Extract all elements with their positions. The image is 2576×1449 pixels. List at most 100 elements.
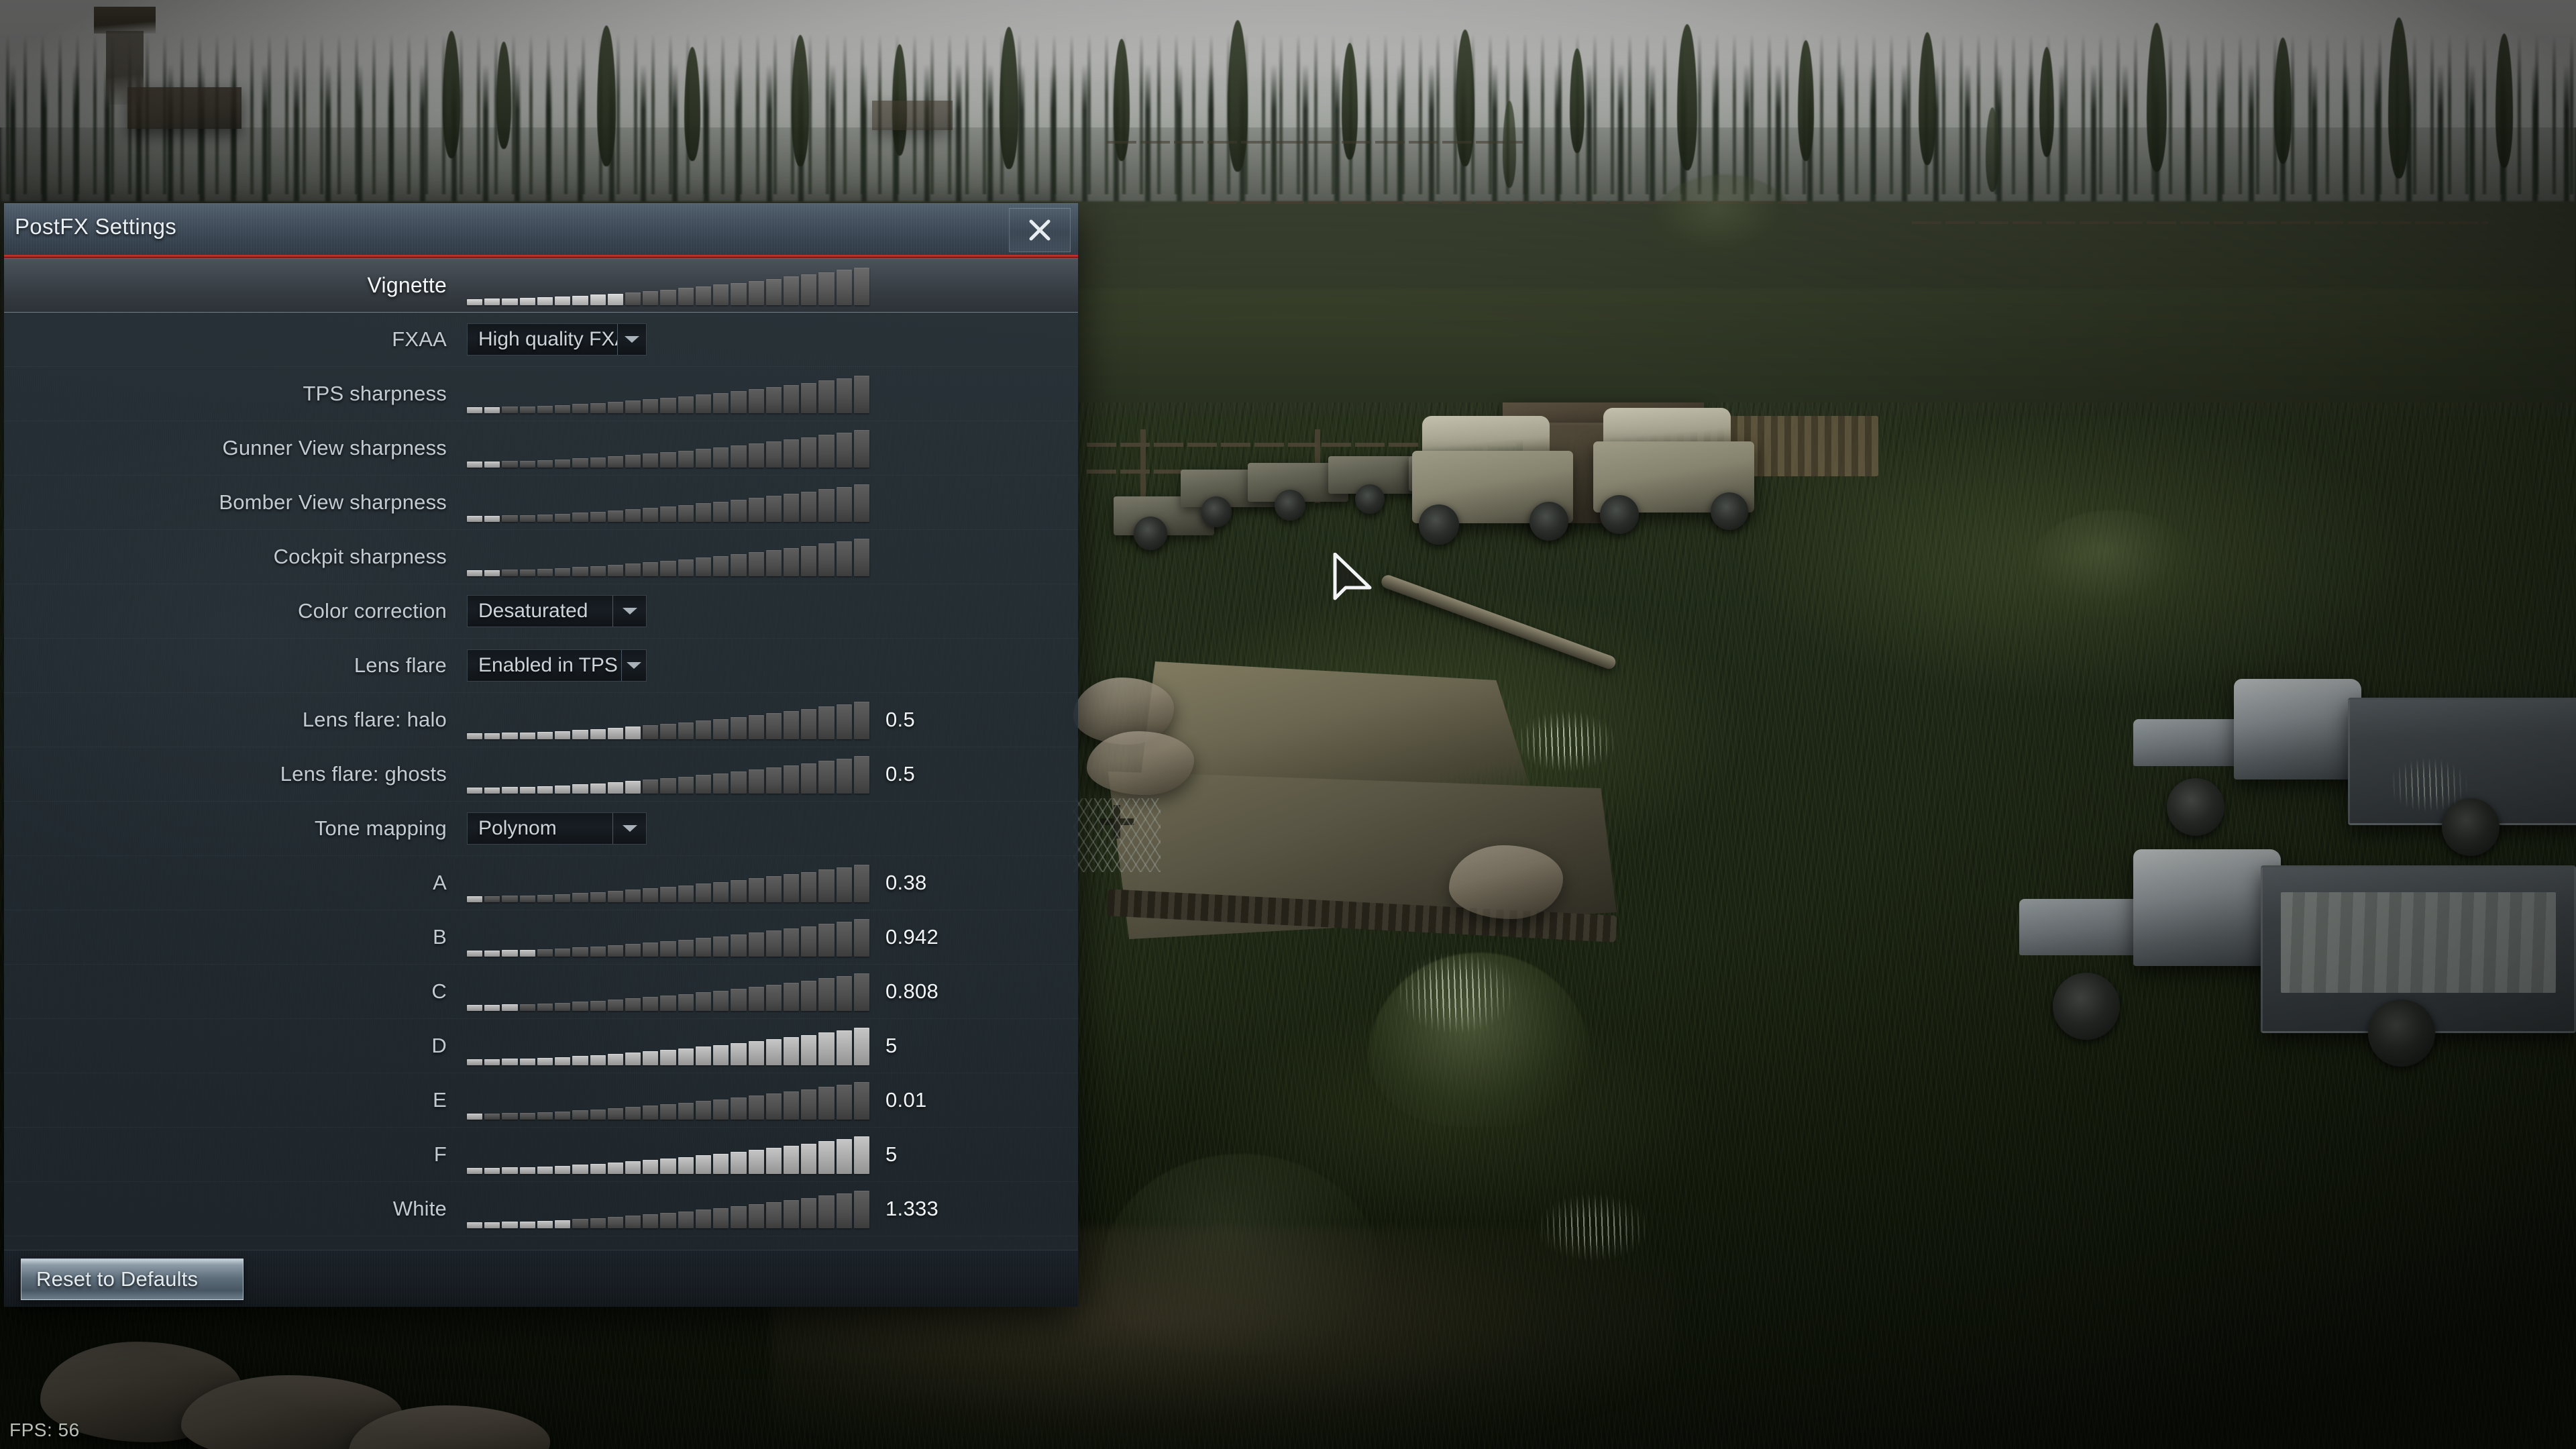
settings-row-cockpit-sharpness[interactable]: Cockpit sharpness bbox=[4, 530, 1078, 584]
settings-row-lens-flare-ghosts[interactable]: Lens flare: ghosts 0.5 bbox=[4, 747, 1078, 802]
chevron-down-icon[interactable] bbox=[612, 596, 646, 627]
settings-row-vignette[interactable]: Vignette bbox=[4, 258, 1078, 313]
slider-tick bbox=[660, 452, 676, 468]
slider-tick bbox=[836, 378, 852, 413]
reset-to-defaults-button[interactable]: Reset to Defaults bbox=[21, 1258, 244, 1300]
slider-gunner-sharpness[interactable] bbox=[467, 429, 870, 468]
slider-param-c[interactable] bbox=[467, 972, 870, 1011]
settings-row-lens-flare-halo[interactable]: Lens flare: halo 0.5 bbox=[4, 693, 1078, 747]
slider-tick bbox=[519, 1058, 535, 1065]
close-x-icon bbox=[1029, 219, 1051, 241]
slider-tick bbox=[853, 919, 870, 957]
chevron-down-icon[interactable] bbox=[612, 813, 646, 844]
slider-tick bbox=[783, 493, 800, 522]
slider-cockpit-sharpness[interactable] bbox=[467, 537, 870, 576]
slider-tick bbox=[748, 987, 764, 1011]
slider-tick bbox=[502, 1113, 518, 1120]
dropdown-fxaa[interactable]: High quality FXAA bbox=[467, 323, 647, 356]
slider-tick bbox=[590, 1109, 606, 1120]
slider-tick bbox=[765, 930, 782, 957]
slider-tick bbox=[537, 731, 553, 739]
settings-row-fxaa[interactable]: FXAA High quality FXAA bbox=[4, 313, 1078, 367]
settings-row-bomber-sharpness[interactable]: Bomber View sharpness bbox=[4, 476, 1078, 530]
slider-tick bbox=[519, 515, 535, 522]
dropdown-color-correction[interactable]: Desaturated bbox=[467, 595, 647, 627]
slider-tick bbox=[607, 402, 623, 413]
slider-tick bbox=[765, 1039, 782, 1065]
slider-param-b[interactable] bbox=[467, 918, 870, 957]
settings-row-color-correction[interactable]: Color correction Desaturated bbox=[4, 584, 1078, 639]
fence-post bbox=[1140, 429, 1146, 503]
settings-row-tone-mapping[interactable]: Tone mapping Polynom bbox=[4, 802, 1078, 856]
slider-tick bbox=[713, 1153, 729, 1174]
slider-tick bbox=[625, 998, 641, 1011]
slider-param-a[interactable] bbox=[467, 863, 870, 902]
slider-tick bbox=[590, 566, 606, 576]
slider-tick bbox=[748, 1150, 764, 1174]
dropdown-lens-flare[interactable]: Enabled in TPS views bbox=[467, 649, 647, 682]
slider-tick bbox=[467, 299, 483, 305]
slider-tick bbox=[818, 978, 835, 1011]
slider-tick bbox=[537, 1166, 553, 1174]
slider-param-e[interactable] bbox=[467, 1081, 870, 1120]
slider-tick bbox=[572, 947, 588, 957]
farm-building bbox=[127, 87, 241, 129]
slider-tick bbox=[660, 1050, 676, 1065]
slider-tick bbox=[695, 938, 712, 957]
settings-row-tps-sharpness[interactable]: TPS sharpness bbox=[4, 367, 1078, 421]
settings-row-param-c[interactable]: C 0.808 bbox=[4, 965, 1078, 1019]
slider-tick bbox=[607, 945, 623, 957]
slider-tick bbox=[660, 506, 676, 522]
slider-tick bbox=[484, 1222, 500, 1228]
chevron-down-icon[interactable] bbox=[621, 650, 646, 681]
settings-row-param-e[interactable]: E 0.01 bbox=[4, 1073, 1078, 1128]
chevron-down-icon[interactable] bbox=[617, 324, 646, 355]
slider-tick bbox=[818, 380, 835, 413]
close-button[interactable] bbox=[1009, 208, 1071, 252]
settings-row-gunner-sharpness[interactable]: Gunner View sharpness bbox=[4, 421, 1078, 476]
slider-vignette[interactable] bbox=[467, 266, 870, 305]
slider-tick bbox=[555, 894, 571, 902]
settings-row-param-a[interactable]: A 0.38 bbox=[4, 856, 1078, 910]
slider-lens-flare-halo[interactable] bbox=[467, 700, 870, 739]
slider-lens-flare-ghosts[interactable] bbox=[467, 755, 870, 794]
slider-tick bbox=[695, 394, 712, 413]
settings-row-param-f[interactable]: F5 bbox=[4, 1128, 1078, 1182]
slider-tick bbox=[467, 1114, 483, 1120]
slider-param-d[interactable] bbox=[467, 1026, 870, 1065]
slider-tick bbox=[484, 1004, 500, 1011]
slider-bomber-sharpness[interactable] bbox=[467, 483, 870, 522]
slider-tick bbox=[537, 1112, 553, 1120]
slider-tick bbox=[484, 299, 500, 305]
slider-tick bbox=[502, 1167, 518, 1174]
motorcycle-wheel bbox=[1134, 517, 1167, 550]
slider-tick bbox=[555, 731, 571, 739]
slider-tick bbox=[713, 718, 729, 739]
slider-tick bbox=[590, 511, 606, 522]
settings-row-param-d[interactable]: D5 bbox=[4, 1019, 1078, 1073]
slider-tick bbox=[801, 1197, 817, 1228]
dropdown-tone-mapping[interactable]: Polynom bbox=[467, 812, 647, 845]
slider-tick bbox=[836, 867, 852, 902]
settings-row-white[interactable]: White 1.333 bbox=[4, 1182, 1078, 1236]
slider-tick bbox=[572, 513, 588, 522]
slider-tick bbox=[765, 1148, 782, 1174]
row-label-tone-mapping: Tone mapping bbox=[314, 816, 447, 840]
settings-row-param-b[interactable]: B 0.942 bbox=[4, 910, 1078, 965]
slider-param-f[interactable] bbox=[467, 1135, 870, 1174]
slider-tick bbox=[765, 767, 782, 794]
window-footer: Reset to Defaults bbox=[4, 1250, 1078, 1307]
slider-tick bbox=[783, 765, 800, 794]
slider-tick bbox=[607, 1163, 623, 1174]
slider-tick bbox=[502, 1059, 518, 1065]
slider-tick bbox=[643, 562, 659, 576]
window-title-bar[interactable]: PostFX Settings bbox=[4, 203, 1078, 255]
slider-tick bbox=[818, 761, 835, 794]
slider-tick bbox=[783, 384, 800, 413]
slider-tps-sharpness[interactable] bbox=[467, 374, 870, 413]
slider-tick bbox=[801, 545, 817, 576]
slider-white[interactable] bbox=[467, 1189, 870, 1228]
settings-row-lens-flare[interactable]: Lens flare Enabled in TPS views bbox=[4, 639, 1078, 693]
slider-tick bbox=[748, 932, 764, 957]
slider-tick bbox=[572, 295, 588, 305]
